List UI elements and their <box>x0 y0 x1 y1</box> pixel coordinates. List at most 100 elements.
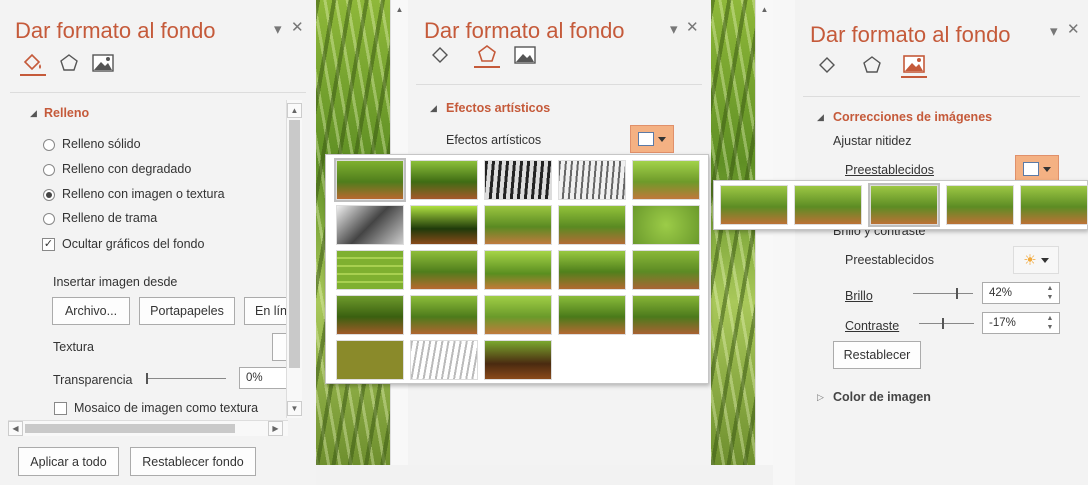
effect-blur-smudge[interactable] <box>558 205 626 245</box>
sharpen-presets-label: Preestablecidos <box>845 163 934 177</box>
effect-light-screen[interactable] <box>410 340 478 380</box>
collapse-icon[interactable]: ◢ <box>817 112 824 123</box>
contrast-slider-handle[interactable] <box>942 318 945 329</box>
picture-tab-icon[interactable] <box>901 52 927 78</box>
section-picture-corrections[interactable]: Correcciones de imágenes <box>833 110 992 124</box>
effect-chalk-sketch[interactable] <box>336 205 404 245</box>
online-button[interactable]: En lín <box>244 297 288 325</box>
radio-gradient-fill[interactable] <box>43 164 55 176</box>
collapse-icon[interactable]: ◢ <box>430 103 437 114</box>
effect-line-drawing[interactable] <box>632 160 700 200</box>
sharpen-presets-dropdown[interactable] <box>1015 155 1059 183</box>
transparency-label: Transparencia <box>53 373 133 387</box>
effect-pencil-sketch[interactable] <box>558 160 626 200</box>
effect-pencil-grayscale[interactable] <box>484 160 552 200</box>
radio-pattern-fill[interactable] <box>43 213 55 225</box>
effect-sponge[interactable] <box>336 295 404 335</box>
file-button[interactable]: Archivo... <box>52 297 130 325</box>
chevron-down-icon <box>1043 166 1051 172</box>
scroll-up-icon[interactable]: ▲ <box>287 103 302 118</box>
effect-brush-strokes[interactable] <box>336 340 404 380</box>
scrollbar-thumb[interactable] <box>289 120 300 368</box>
radio-solid-fill[interactable] <box>43 139 55 151</box>
scroll-left-icon[interactable]: ◀ <box>8 421 23 436</box>
mosaic-checkbox[interactable] <box>54 402 67 415</box>
brightness-slider-handle[interactable] <box>955 288 958 299</box>
sharpen-preset-4[interactable] <box>946 185 1014 225</box>
transparency-input[interactable]: 0% <box>239 367 289 389</box>
effect-plastic-wrap[interactable] <box>632 295 700 335</box>
transparency-slider-handle[interactable] <box>146 373 148 384</box>
label-gradient-fill: Relleno con degradado <box>62 162 192 176</box>
close-icon[interactable]: ✕ <box>291 18 304 36</box>
reset-background-button[interactable]: Restablecer fondo <box>130 447 256 476</box>
fill-tab-icon[interactable] <box>428 42 454 68</box>
close-icon[interactable]: ✕ <box>686 18 699 36</box>
divider <box>416 84 702 85</box>
effects-tab-icon[interactable] <box>859 52 885 78</box>
artistic-effects-label: Efectos artísticos <box>446 133 542 147</box>
format-background-pane-picture: Dar formato al fondo ▾ ✕ ◢ Correcciones … <box>795 0 1088 485</box>
fill-tab-icon[interactable] <box>20 50 46 76</box>
effect-glass-mosaic[interactable] <box>336 250 404 290</box>
effect-glass-grid[interactable] <box>410 295 478 335</box>
sharpen-preset-2[interactable] <box>794 185 862 225</box>
section-artistic-effects[interactable]: Efectos artísticos <box>446 101 550 115</box>
slide-scroll-up-icon[interactable]: ▲ <box>392 2 407 17</box>
effect-photocopy[interactable] <box>558 250 626 290</box>
effect-pencil-texture[interactable] <box>410 250 478 290</box>
effect-colored-pencils[interactable] <box>484 205 552 245</box>
section-fill[interactable]: Relleno <box>44 106 89 120</box>
effects-tab-icon[interactable] <box>474 42 500 68</box>
effect-chalk[interactable] <box>484 340 552 380</box>
brightness-presets-dropdown[interactable]: ☀ <box>1013 246 1059 274</box>
effects-tab-icon[interactable] <box>56 50 82 76</box>
scroll-right-icon[interactable]: ▶ <box>268 421 283 436</box>
label-pattern-fill: Relleno de trama <box>62 211 158 225</box>
scroll-down-icon[interactable]: ▼ <box>287 401 302 416</box>
transparency-slider-track[interactable] <box>146 378 226 379</box>
effect-glow-edges[interactable] <box>558 295 626 335</box>
pane-options-icon[interactable]: ▾ <box>1050 22 1058 40</box>
effect-marker[interactable] <box>410 160 478 200</box>
sharpen-preset-1[interactable] <box>720 185 788 225</box>
slide-scroll-up-icon[interactable]: ▲ <box>757 2 772 17</box>
picture-tab-icon[interactable] <box>512 42 538 68</box>
mosaic-label: Mosaico de imagen como textura <box>74 401 259 415</box>
effect-blur[interactable] <box>632 205 700 245</box>
expand-icon[interactable]: ▷ <box>817 392 824 403</box>
sharpen-preview-icon <box>1023 162 1039 176</box>
effect-paint-strokes[interactable] <box>484 295 552 335</box>
hscrollbar-thumb[interactable] <box>25 424 235 433</box>
sharpen-preset-5[interactable] <box>1020 185 1088 225</box>
hide-graphics-checkbox[interactable]: ✓ <box>42 238 55 251</box>
effect-watercolor[interactable] <box>410 205 478 245</box>
section-picture-color[interactable]: Color de imagen <box>833 390 931 404</box>
pane-options-icon[interactable]: ▾ <box>274 20 282 38</box>
close-icon[interactable]: ✕ <box>1067 20 1080 38</box>
fill-tab-icon[interactable] <box>815 52 841 78</box>
brightness-presets-label: Preestablecidos <box>845 253 934 267</box>
pane-title: Dar formato al fondo <box>15 18 216 43</box>
divider <box>10 92 306 93</box>
reset-button[interactable]: Restablecer <box>833 341 921 369</box>
radio-picture-fill[interactable] <box>43 189 55 201</box>
gap-strip <box>773 0 795 485</box>
clipboard-button[interactable]: Portapapeles <box>139 297 235 325</box>
artistic-effects-dropdown[interactable] <box>630 125 674 153</box>
divider <box>803 96 1080 97</box>
contrast-slider-track[interactable] <box>919 323 974 324</box>
effect-cutout[interactable] <box>484 250 552 290</box>
sharpen-preset-3[interactable] <box>868 183 940 227</box>
brightness-spinner[interactable]: ▲ ▼ <box>1043 284 1057 302</box>
pane-options-icon[interactable]: ▾ <box>670 20 678 38</box>
apply-all-button[interactable]: Aplicar a todo <box>18 447 119 476</box>
picture-tab-icon[interactable] <box>90 50 116 76</box>
label-solid-fill: Relleno sólido <box>62 137 141 151</box>
slide-scroll-area <box>755 0 773 465</box>
brightness-slider-track[interactable] <box>913 293 973 294</box>
effect-film-grain[interactable] <box>632 250 700 290</box>
effect-none[interactable] <box>334 158 406 202</box>
collapse-icon[interactable]: ◢ <box>30 108 37 119</box>
contrast-spinner[interactable]: ▲ ▼ <box>1043 314 1057 332</box>
